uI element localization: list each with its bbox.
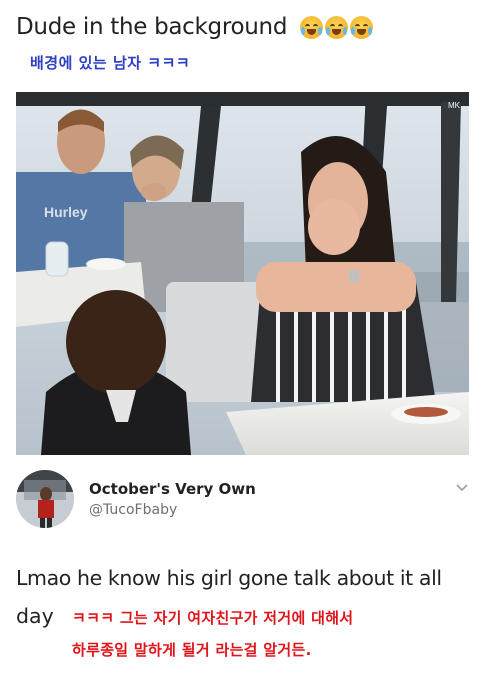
avatar[interactable]: [16, 470, 74, 528]
tweet-text-line-1: Lmao he know his girl gone talk about it…: [16, 566, 442, 590]
author-handle[interactable]: @TucoFbaby: [89, 502, 177, 518]
caption-translation: 배경에 있는 남자 ㅋㅋㅋ: [30, 54, 191, 72]
crying-emoji-group: [300, 16, 374, 39]
photo-watermark: MK: [448, 101, 461, 110]
crying-face-icon: [350, 16, 374, 39]
tweet-text-line-2: day: [16, 604, 54, 628]
crying-face-icon: [300, 16, 324, 39]
crying-face-icon: [325, 16, 349, 39]
post-photo[interactable]: Hurley MK: [16, 92, 469, 455]
svg-text:Hurley: Hurley: [44, 204, 88, 220]
post-caption-text: Dude in the background: [16, 14, 288, 40]
tweet-translation-line-2: 하루종일 말하게 될거 라는걸 알거든.: [72, 641, 312, 659]
avatar-image: [16, 470, 74, 528]
post-caption: Dude in the background: [16, 14, 374, 40]
tweet-translation-line-1: ㅋㅋㅋ 그는 자기 여자친구가 저거에 대해서: [72, 609, 354, 627]
restaurant-proposal-photo: Hurley MK: [16, 92, 469, 455]
chevron-down-icon[interactable]: [455, 483, 469, 493]
author-name[interactable]: October's Very Own: [89, 480, 256, 498]
